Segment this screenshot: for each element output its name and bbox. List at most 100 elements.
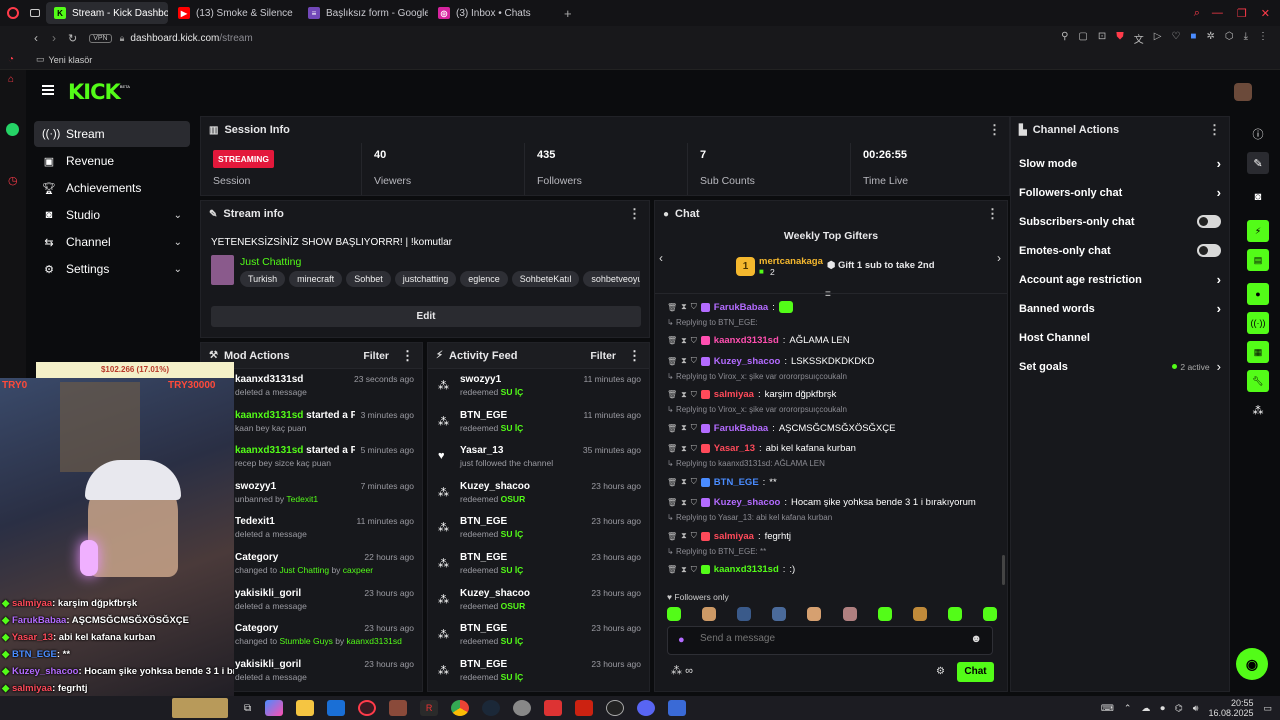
filter-button[interactable]: Filter <box>590 350 616 362</box>
timeout-icon[interactable]: ⧗ <box>681 444 687 454</box>
edit-button[interactable]: Edit <box>211 306 641 327</box>
menu-icon[interactable]: ⋮ <box>1258 31 1268 46</box>
channel-action-slow-mode[interactable]: Slow mode › <box>1011 149 1229 178</box>
chrome-icon[interactable] <box>451 700 470 716</box>
bolt-icon[interactable]: ⚡︎ <box>1247 220 1269 242</box>
list-item[interactable]: ⁂ BTN_EGE 23 hours ago redeemed SU İÇ <box>428 547 649 583</box>
channel-action-host-channel[interactable]: Host Channel <box>1011 323 1229 352</box>
channel-action-account-age-restriction[interactable]: Account age restriction › <box>1011 265 1229 294</box>
channel-action-followers-only-chat[interactable]: Followers-only chat › <box>1011 178 1229 207</box>
channel-action-emotes-only-chat[interactable]: Emotes-only chat <box>1011 236 1229 265</box>
sidebar-item-stream[interactable]: ((·)) Stream <box>34 121 190 147</box>
kick-logo[interactable]: KICK BETA <box>68 80 130 104</box>
close-window-button[interactable]: ✕ <box>1261 7 1270 20</box>
shield-icon[interactable]: ⛉ <box>691 423 697 433</box>
cube-icon[interactable]: ⬡ <box>1225 31 1234 46</box>
timeout-icon[interactable]: ⧗ <box>681 477 687 487</box>
list-item[interactable]: ⁂ BTN_EGE 23 hours ago redeemed SU İÇ <box>428 618 649 654</box>
chat-username[interactable]: kaanxd3131sd <box>714 564 779 575</box>
volume-icon[interactable]: 🔊︎ <box>1193 703 1199 714</box>
opera-icon[interactable] <box>358 700 377 716</box>
emote-icon[interactable] <box>772 607 787 621</box>
delete-message-icon[interactable]: 🗑︎ <box>667 357 677 366</box>
channel-action-subscribers-only-chat[interactable]: Subscribers-only chat <box>1011 207 1229 236</box>
sidebar-item-studio[interactable]: ◙ Studio ⌄ <box>34 202 190 228</box>
list-item[interactable]: ▤yakisikli_goril23 hours agodeleted a me… <box>201 583 422 619</box>
screenshot-icon[interactable]: ⊡ <box>1098 31 1106 46</box>
valorant-icon[interactable] <box>544 700 563 716</box>
timeout-icon[interactable]: ⧗ <box>681 531 687 541</box>
list-item[interactable]: ▤Category23 hours agochanged to Stumble … <box>201 618 422 654</box>
chat-username[interactable]: kaanxd3131sd <box>714 335 779 346</box>
more-options-icon[interactable]: ⋮ <box>986 206 999 222</box>
detail-link[interactable]: caxpeer <box>343 565 373 575</box>
shield-icon[interactable]: ⛉ <box>691 356 697 366</box>
chat-username[interactable]: FarukBabaa <box>714 423 768 434</box>
emoji-icon[interactable]: ☻ <box>970 633 982 645</box>
detail-link[interactable]: Stumble Guys <box>279 636 332 646</box>
tag[interactable]: Turkish <box>240 271 286 287</box>
clipboard-icon[interactable]: ▤ <box>1247 249 1269 271</box>
emote-icon[interactable] <box>912 607 927 621</box>
more-options-icon[interactable]: ⋮ <box>628 348 641 364</box>
more-options-icon[interactable]: ⋮ <box>401 348 414 364</box>
list-item[interactable]: ⁂ BTN_EGE 11 minutes ago redeemed SU İÇ <box>428 405 649 441</box>
chat-send-button[interactable]: Chat <box>957 662 994 682</box>
search-tabs-icon[interactable]: ⌕ <box>1194 7 1200 20</box>
shield-icon[interactable]: ⛉ <box>691 390 697 400</box>
shield-icon[interactable]: ⛊ <box>1116 31 1124 46</box>
emote-icon[interactable] <box>737 607 752 621</box>
network-icon[interactable]: ⌬ <box>1175 703 1183 714</box>
shield-app-icon[interactable] <box>513 700 532 716</box>
toggle-switch[interactable] <box>1197 215 1221 228</box>
copilot-icon[interactable] <box>265 700 284 716</box>
list-item[interactable]: ▤Category22 hours agochanged to Just Cha… <box>201 547 422 583</box>
more-options-icon[interactable]: ⋮ <box>628 206 641 222</box>
tag[interactable]: minecraft <box>289 271 343 287</box>
chat-scrollbar[interactable] <box>1002 555 1005 585</box>
list-item[interactable]: ⁂ swozyy1 11 minutes ago redeemed SU İÇ <box>428 369 649 405</box>
chat-username[interactable]: salmiyaa <box>714 531 754 542</box>
delete-message-icon[interactable]: 🗑︎ <box>667 444 677 453</box>
info-icon[interactable]: ⓘ <box>1247 123 1269 145</box>
sidebar-item-revenue[interactable]: ▣ Revenue <box>34 148 190 174</box>
chat-username[interactable]: Yasar_13 <box>714 443 755 454</box>
emote-icon[interactable] <box>947 607 962 621</box>
back-button[interactable]: ‹ <box>34 31 38 45</box>
channel-action-banned-words[interactable]: Banned words › <box>1011 294 1229 323</box>
chat-message[interactable]: 🗑︎ ⧗ ⛉ Yasar_13: abi kel kafana kurban <box>667 439 997 459</box>
support-button[interactable]: ◉ <box>1236 648 1268 680</box>
detail-link[interactable]: Just Chatting <box>279 565 329 575</box>
tab-instagram[interactable]: ◎ (3) Inbox • Chats <box>430 2 558 24</box>
chat-message[interactable]: 🗑︎ ⧗ ⛉ FarukBabaa: <box>667 297 997 317</box>
broadcast-icon[interactable]: ((·)) <box>1247 312 1269 334</box>
chat-message[interactable]: 🗑︎ ⧗ ⛉ BTN_EGE: ** <box>667 472 997 492</box>
chat-username[interactable]: Kuzey_shacoo <box>714 356 781 367</box>
chat-message[interactable]: 🗑︎ ⧗ ⛉ salmiyaa: karşim dğpkfbrşk <box>667 385 997 405</box>
camera-icon[interactable]: ◙ <box>1247 186 1269 208</box>
bag-icon[interactable]: ⌂ <box>8 74 14 85</box>
keyboard-icon[interactable]: ⌨ <box>1101 703 1114 714</box>
gifters-next-icon[interactable]: › <box>997 251 1001 265</box>
list-item[interactable]: ◉Tedexit111 minutes agodeleted a message <box>201 511 422 547</box>
list-item[interactable]: ⁂ Kuzey_shacoo 23 hours ago redeemed OSUR <box>428 583 649 619</box>
task-view-icon[interactable]: ⧉ <box>244 703 251 714</box>
whatsapp-icon[interactable] <box>6 123 19 136</box>
chat-icon[interactable]: ● <box>1247 283 1269 305</box>
list-item[interactable]: ◉kaanxd3131sd started a Poll3 minutes ag… <box>201 405 422 441</box>
channel-action-set-goals[interactable]: Set goals 2 active › <box>1011 352 1229 381</box>
category-thumbnail[interactable] <box>211 255 234 285</box>
delete-message-icon[interactable]: 🗑︎ <box>667 303 677 312</box>
shield-icon[interactable]: ⛉ <box>691 531 697 541</box>
chat-input[interactable] <box>700 633 950 644</box>
url-field[interactable]: dashboard.kick.com/stream <box>130 33 252 44</box>
media-app-icon[interactable] <box>575 700 594 716</box>
bookmark-folder[interactable]: Yeni klasör <box>49 55 93 65</box>
avatar[interactable] <box>1234 83 1252 101</box>
tab-kick-dashboard[interactable]: K Stream - Kick Dashboard <box>46 2 168 24</box>
gift-cta[interactable]: ⬢ Gift 1 sub to take 2nd <box>827 260 935 271</box>
mic-icon[interactable]: ● <box>678 634 685 646</box>
hamburger-menu-icon[interactable] <box>42 85 54 95</box>
steam-icon[interactable] <box>482 700 501 716</box>
cloud-icon[interactable]: ☁ <box>1141 703 1150 714</box>
